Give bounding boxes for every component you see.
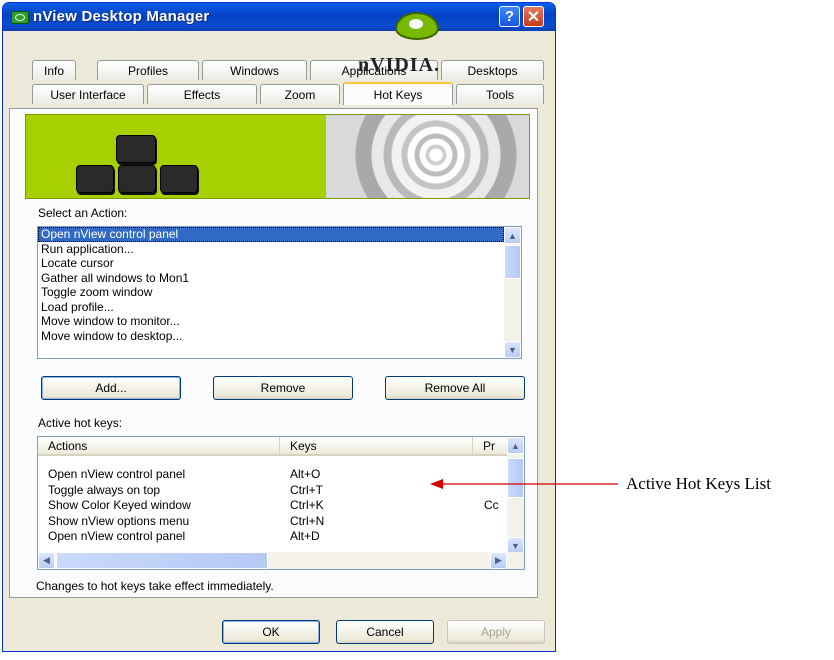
list-item[interactable]: Move window to monitor... [38, 314, 504, 329]
hotkey-keys-cell: Alt+O [290, 467, 321, 481]
scroll-right-icon[interactable]: ▶ [490, 552, 507, 569]
hotkeys-hscrollbar[interactable]: ◀ ▶ [38, 552, 524, 569]
hotkey-extra-cell: Cc [484, 498, 499, 512]
table-row[interactable]: Show nView options menu Ctrl+N [38, 514, 509, 529]
list-item[interactable]: Open nView control panel [38, 227, 504, 242]
scroll-up-icon[interactable]: ▲ [507, 437, 524, 454]
hotkey-keys-cell: Ctrl+K [290, 498, 324, 512]
tab-zoom[interactable]: Zoom [260, 84, 340, 104]
list-item[interactable]: Gather all windows to Mon1 [38, 271, 504, 286]
list-item[interactable]: Locate cursor [38, 256, 504, 271]
annotation-arrow [430, 479, 618, 489]
tab-effects[interactable]: Effects [147, 84, 257, 104]
hotkeys-banner [25, 114, 530, 199]
tab-user-interface[interactable]: User Interface [32, 84, 144, 104]
tab-desktops[interactable]: Desktops [441, 60, 544, 80]
tab-info[interactable]: Info [32, 60, 76, 80]
column-header-actions[interactable]: Actions [38, 437, 280, 456]
hotkey-action-cell: Show nView options menu [48, 513, 190, 528]
hotkey-action-cell: Toggle always on top [48, 482, 161, 497]
help-button[interactable]: ? [499, 6, 520, 27]
list-item[interactable]: Run application... [38, 242, 504, 257]
close-button[interactable]: ✕ [523, 6, 544, 27]
tab-row-front: User Interface Effects Zoom Hot Keys Tools [0, 82, 834, 105]
scroll-down-icon[interactable]: ▼ [504, 341, 521, 358]
hotkeys-vscrollbar[interactable]: ▲ ▼ [507, 437, 524, 554]
window-title: nView Desktop Manager [33, 8, 210, 25]
scroll-up-icon[interactable]: ▲ [504, 227, 521, 244]
hotkey-keys-cell: Ctrl+N [290, 513, 325, 528]
apply-button[interactable]: Apply [447, 620, 545, 644]
title-bar[interactable]: nView Desktop Manager ? ✕ [3, 3, 555, 31]
scroll-thumb[interactable] [504, 245, 521, 279]
nvidia-app-icon [11, 11, 29, 24]
hotkey-action-cell: Show Color Keyed window [48, 498, 191, 512]
list-item[interactable]: Move window to desktop... [38, 329, 504, 344]
remove-all-button[interactable]: Remove All [385, 376, 525, 400]
nvidia-logo-text: nVIDIA. [358, 54, 441, 76]
nvidia-eye-logo [395, 12, 439, 40]
tab-tools[interactable]: Tools [456, 84, 544, 104]
select-action-label: Select an Action: [38, 206, 128, 220]
hotkeys-listview[interactable]: Actions Keys Pr Open nView control panel… [37, 436, 525, 570]
list-item[interactable]: Load profile... [38, 300, 504, 315]
table-row[interactable]: Open nView control panel Alt+D [38, 529, 509, 544]
hotkeys-hint-text: Changes to hot keys take effect immediat… [36, 579, 274, 593]
hotkey-keys-cell: Alt+D [290, 529, 320, 543]
remove-button[interactable]: Remove [213, 376, 353, 400]
add-button[interactable]: Add... [41, 376, 181, 400]
table-row[interactable]: Show Color Keyed window Ctrl+K Cc [38, 498, 509, 513]
action-list-scrollbar[interactable]: ▲ ▼ [504, 227, 521, 358]
cancel-button[interactable]: Cancel [336, 620, 434, 644]
action-listbox[interactable]: Open nView control panel Run application.… [37, 226, 522, 359]
column-header-keys[interactable]: Keys [280, 437, 473, 456]
list-item[interactable]: Toggle zoom window [38, 285, 504, 300]
nvidia-swirl-graphic [326, 115, 529, 198]
annotation-label: Active Hot Keys List [626, 474, 771, 493]
horizontal-scroll-thumb[interactable] [56, 552, 268, 569]
action-list-items: Open nView control panel Run application.… [38, 227, 521, 343]
hotkey-keys-cell: Ctrl+T [290, 482, 323, 497]
tab-hot-keys[interactable]: Hot Keys [343, 82, 453, 105]
annotation-arrowhead [430, 479, 443, 489]
tab-profiles[interactable]: Profiles [97, 60, 199, 80]
hotkey-action-cell: Open nView control panel [48, 467, 186, 481]
active-hotkeys-label: Active hot keys: [38, 416, 123, 430]
scroll-left-icon[interactable]: ◀ [38, 552, 55, 569]
hotkey-action-cell: Open nView control panel [48, 529, 186, 543]
tab-windows[interactable]: Windows [202, 60, 307, 80]
ok-button[interactable]: OK [222, 620, 320, 644]
